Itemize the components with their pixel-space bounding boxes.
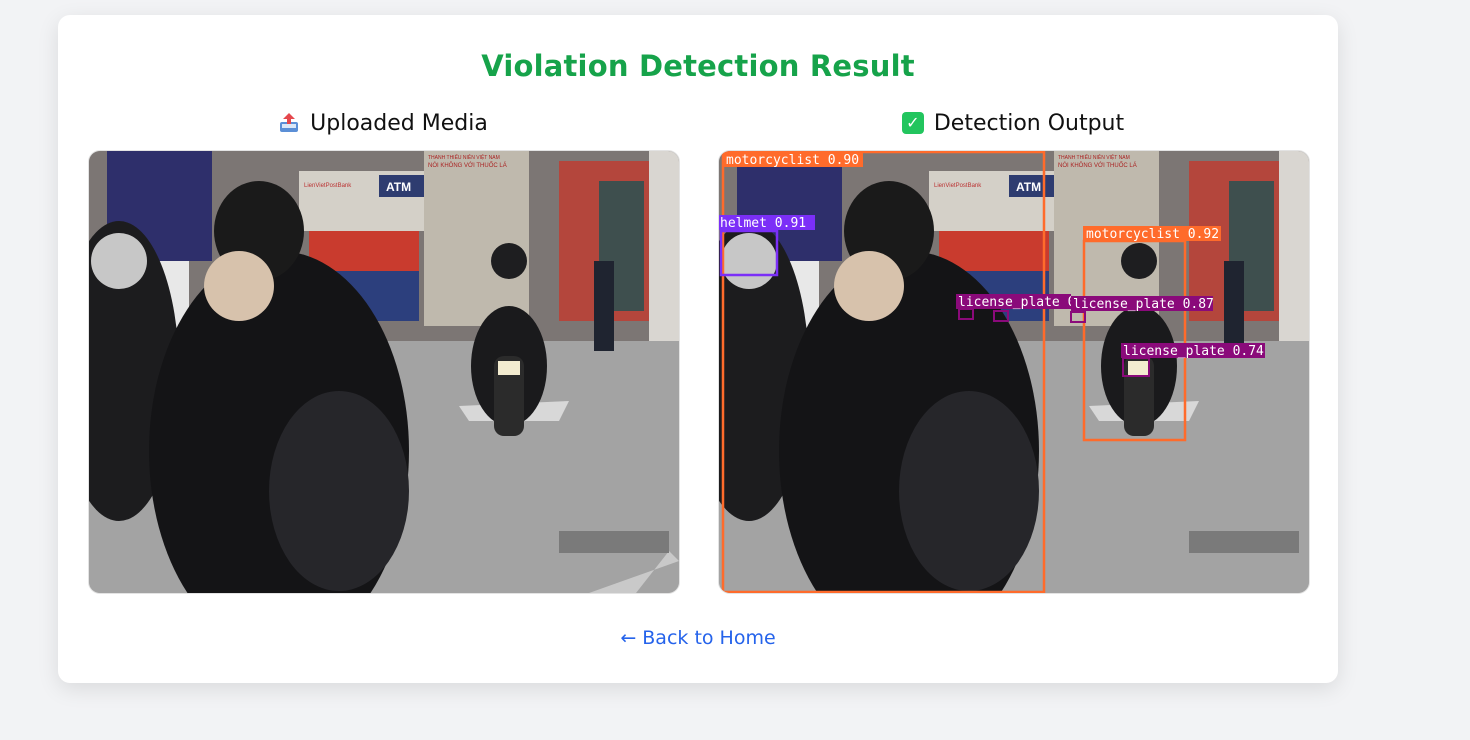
detection-label-motorcyclist: motorcyclist 0.90 (726, 153, 859, 168)
street-scene: ATM LienVietPostBank THANH THIẾU NIÊN VI… (89, 151, 679, 593)
inbox-tray-upload-icon (278, 112, 300, 134)
page-title: Violation Detection Result (481, 49, 915, 83)
poster-line-2: NÓI KHÔNG VỚI THUỐC LÁ (428, 162, 507, 169)
poster-line-1: THANH THIẾU NIÊN VIỆT NAM (1058, 153, 1130, 161)
detection-label-motorcyclist: motorcyclist 0.92 (1086, 227, 1219, 242)
detection-output-label: Detection Output (933, 110, 1125, 136)
back-to-home-link[interactable]: ← Back to Home (58, 627, 1338, 649)
detection-label-license-plate: license_plate 0. (958, 295, 1083, 310)
uploaded-media-image: ATM LienVietPostBank THANH THIẾU NIÊN VI… (88, 150, 680, 594)
poster-line-1: THANH THIẾU NIÊN VIỆT NAM (428, 153, 500, 161)
result-card: Violation Detection Result Uploaded Medi… (58, 15, 1338, 683)
uploaded-media-heading: Uploaded Media (88, 108, 678, 138)
check-mark-button-icon: ✓ (901, 112, 924, 134)
atm-sign: ATM (386, 180, 411, 194)
detection-output-heading: ✓ Detection Output (718, 108, 1308, 138)
bank-sign: LienVietPostBank (304, 183, 352, 189)
detection-label-helmet: helmet 0.91 (720, 216, 806, 231)
poster-line-2: NÓI KHÔNG VỚI THUỐC LÁ (1058, 162, 1137, 169)
detection-label-license-plate: license_plate 0.74 (1123, 344, 1264, 359)
atm-sign: ATM (1016, 180, 1041, 194)
detection-label-license-plate: license_plate 0.87 (1073, 297, 1214, 312)
uploaded-media-label: Uploaded Media (310, 110, 488, 136)
bank-sign: LienVietPostBank (934, 183, 982, 189)
detection-output-image: ATM LienVietPostBank THANH THIẾU NIÊN VI… (718, 150, 1310, 594)
